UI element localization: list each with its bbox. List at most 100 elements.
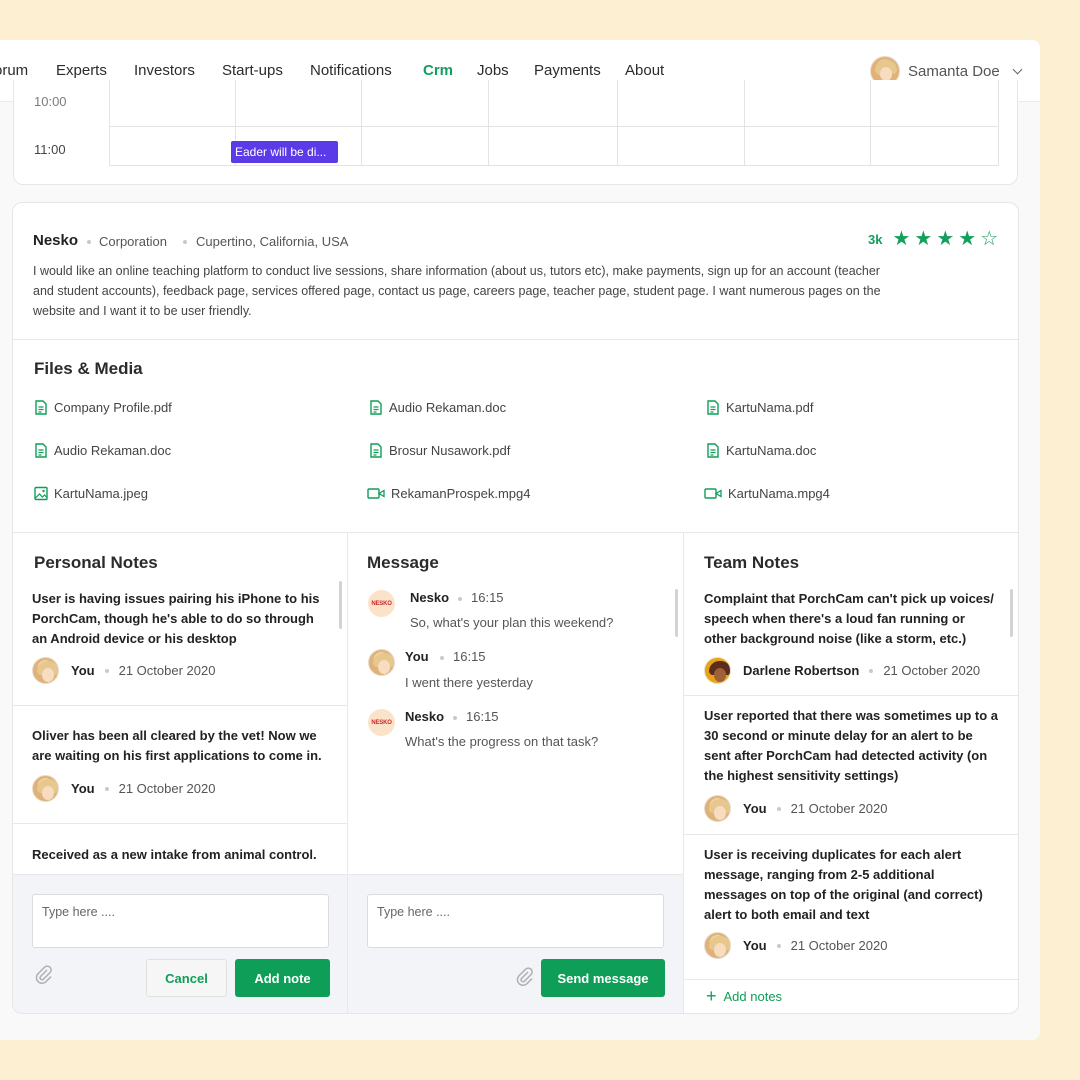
document-icon [369,400,383,415]
grid-line [488,80,489,166]
file-name: Brosur Nusawork.pdf [389,443,511,458]
file-name: KartuNama.pdf [726,400,814,415]
scrollbar[interactable] [675,589,678,637]
file-item[interactable]: Audio Rekaman.doc [369,400,506,415]
avatar [368,649,395,676]
add-note-button[interactable]: Add note [235,959,330,997]
note-text: Complaint that PorchCam can't pick up vo… [704,591,994,646]
note-author: You [71,781,95,796]
note-meta: You 21 October 2020 [704,932,887,959]
video-icon [367,486,385,501]
avatar [704,657,731,684]
file-name: KartuNama.jpeg [54,486,148,501]
team-notes-title: Team Notes [704,553,800,572]
nav-payments[interactable]: Payments [534,62,601,79]
cancel-button[interactable]: Cancel [146,959,227,997]
message-time: 16:15 [466,709,499,724]
file-item[interactable]: KartuNama.jpeg [34,486,148,501]
message-text: What's the progress on that task? [405,734,599,749]
divider [13,339,1018,340]
separator-dot [183,240,187,244]
attachment-icon[interactable] [516,967,534,992]
message-title: Message [367,553,439,572]
file-item[interactable]: KartuNama.doc [706,443,816,458]
file-item[interactable]: KartuNama.pdf [706,400,813,415]
files-title: Files & Media [34,359,143,378]
note-composer: Type here .... Cancel Add note [13,874,347,1013]
star-filled-icon: ★ [936,228,955,250]
file-item[interactable]: Audio Rekaman.doc [34,443,171,458]
image-icon [34,486,48,501]
avatar [32,657,59,684]
note-text: User is receiving duplicates for each al… [704,847,983,922]
company-logo: NESKO [368,709,395,736]
divider [684,695,1018,696]
separator-dot [776,806,781,811]
nav-about[interactable]: About [625,62,664,79]
scrollbar[interactable] [339,581,342,629]
note-author: You [743,801,767,816]
note-text: User is having issues pairing his iPhone… [32,591,320,646]
nav-experts[interactable]: Experts [56,62,107,79]
scrollbar[interactable] [1010,589,1013,637]
chevron-down-icon [1012,64,1023,74]
note-meta: You 21 October 2020 [704,795,887,822]
file-item[interactable]: RekamanProspek.mpg4 [367,486,530,501]
app-window: orum Experts Investors Start-ups Notific… [0,40,1040,1040]
separator-dot [87,240,91,244]
star-filled-icon: ★ [892,228,911,250]
attachment-icon[interactable] [35,965,53,990]
note-meta: You 21 October 2020 [32,657,215,684]
note-input[interactable]: Type here .... [32,894,329,948]
client-name: Nesko [33,232,79,249]
divider [13,705,347,706]
note-author: You [743,938,767,953]
rating-count: 3k [868,231,883,247]
nav-forum[interactable]: orum [0,62,28,79]
nav-notifications[interactable]: Notifications [310,62,392,79]
message-input[interactable]: Type here .... [367,894,664,948]
personal-notes-panel: Personal Notes User is having issues pai… [13,533,347,1013]
note-text: User reported that there was sometimes u… [704,708,999,783]
file-item[interactable]: KartuNama.mpg4 [704,486,830,501]
note-text: Oliver has been all cleared by the vet! … [32,728,322,763]
message-time: 16:15 [453,649,486,664]
client-location: Cupertino, California, USA [196,234,349,249]
separator-dot [440,656,444,660]
nav-investors[interactable]: Investors [134,62,195,79]
grid-line [870,80,871,166]
avatar [704,932,731,959]
separator-dot [776,943,781,948]
document-icon [369,443,383,458]
avatar [704,795,731,822]
client-description: I would like an online teaching platform… [33,264,881,318]
message-sender: Nesko [410,590,450,605]
message-sender: Nesko [405,709,445,724]
nav-startups[interactable]: Start-ups [222,62,283,79]
file-item[interactable]: Brosur Nusawork.pdf [369,443,510,458]
document-icon [34,443,48,458]
nav-crm[interactable]: Crm [423,62,453,79]
calendar-event[interactable]: Eader will be di... [231,141,338,163]
send-message-button[interactable]: Send message [541,959,665,997]
add-notes-label: Add notes [723,988,783,1004]
user-name: Samanta Doe [908,62,1000,80]
file-item[interactable]: Company Profile.pdf [34,400,172,415]
message-text: I went there yesterday [405,675,533,690]
note-text: Received as a new intake from animal con… [32,847,317,862]
note-date: 21 October 2020 [118,663,216,678]
separator-dot [869,668,874,673]
file-name: KartuNama.doc [726,443,817,458]
add-notes-button[interactable]: + Add notes [706,987,782,1005]
plus-icon: + [706,986,717,1006]
note-date: 21 October 2020 [790,938,888,953]
note-date: 21 October 2020 [790,801,888,816]
note-author: Darlene Robertson [743,663,860,678]
personal-notes-title: Personal Notes [34,553,158,572]
document-icon [706,443,720,458]
message-sender: You [405,649,429,664]
message-panel: Message NESKO Nesko 16:15 So, what's you… [348,533,683,1013]
nav-jobs[interactable]: Jobs [477,62,509,79]
note-date: 21 October 2020 [118,781,216,796]
file-name: Audio Rekaman.doc [389,400,507,415]
